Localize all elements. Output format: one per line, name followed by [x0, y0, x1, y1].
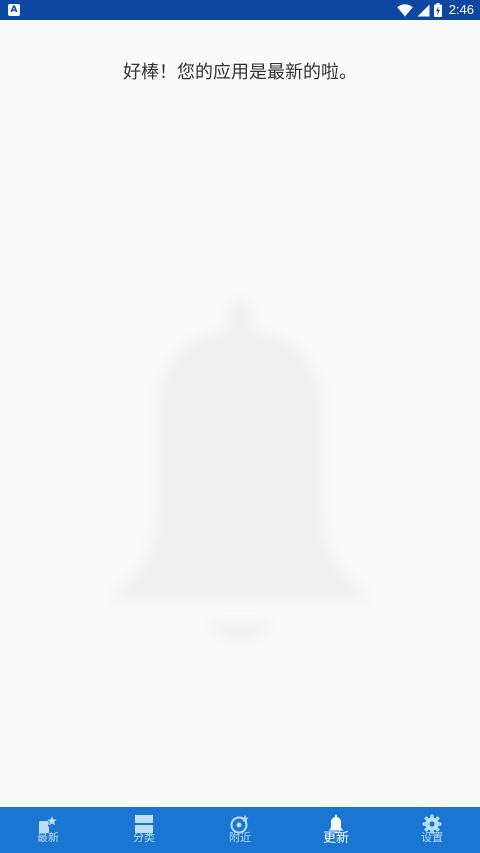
- nav-label-nearby: 附近: [229, 831, 251, 844]
- nav-label-updates: 更新: [322, 831, 349, 846]
- nav-label-category: 分类: [133, 831, 155, 844]
- nav-item-settings[interactable]: 设置: [384, 807, 480, 853]
- up-to-date-message: 好棒！您的应用是最新的啦。: [123, 62, 357, 83]
- wifi-icon: [396, 3, 413, 16]
- bottom-navigation: 最新 分类 附近 更新 设置: [0, 807, 480, 853]
- battery-charging-icon: [433, 3, 442, 17]
- notification-glyph: A: [10, 4, 18, 15]
- updates-page: 好棒！您的应用是最新的啦。: [0, 20, 480, 807]
- notification-icon: A: [8, 4, 20, 16]
- nav-label-settings: 设置: [421, 831, 443, 844]
- nav-item-updates[interactable]: 更新: [288, 807, 384, 853]
- status-time: 2:46: [448, 2, 474, 17]
- bell-illustration: [95, 270, 385, 650]
- bell-icon: [107, 300, 373, 640]
- nav-item-category[interactable]: 分类: [96, 807, 192, 853]
- nav-item-latest[interactable]: 最新: [0, 807, 96, 853]
- nav-label-latest: 最新: [37, 831, 59, 844]
- signal-icon: [417, 4, 430, 16]
- status-bar: A 2:46: [0, 0, 480, 20]
- nav-item-nearby[interactable]: 附近: [192, 807, 288, 853]
- status-icons: 2:46: [396, 0, 474, 20]
